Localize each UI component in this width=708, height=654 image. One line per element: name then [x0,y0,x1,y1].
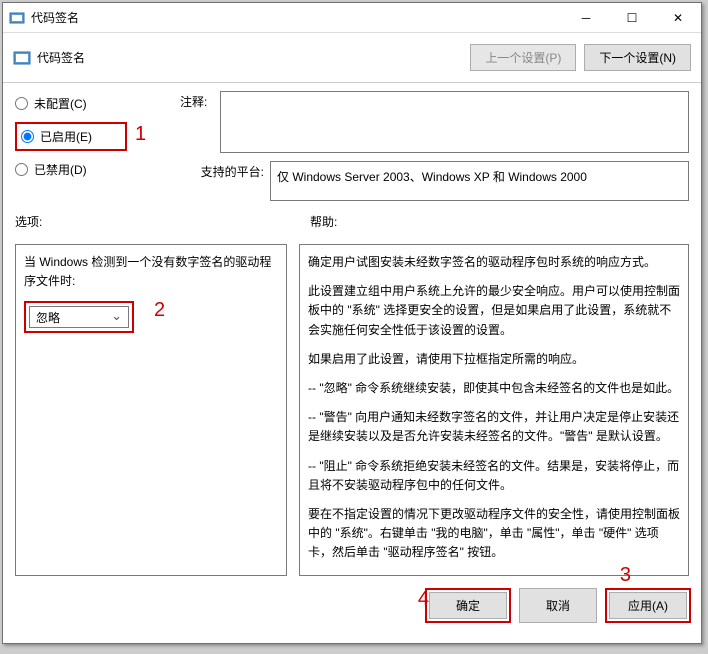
cancel-button[interactable]: 取消 [519,588,597,623]
toolbar-icon [13,49,31,67]
help-pane: 确定用户试图安装未经数字签名的驱动程序包时系统的响应方式。 此设置建立组中用户系… [299,244,689,576]
action-select[interactable]: 忽略 [29,306,129,328]
toolbar: 代码签名 上一个设置(P) 下一个设置(N) [3,33,701,83]
annotation-1: 1 [135,123,146,146]
options-label: 选项: [15,213,290,230]
ok-button[interactable]: 确定 [429,592,507,619]
platforms-box: 仅 Windows Server 2003、Windows XP 和 Windo… [270,161,689,201]
help-label: 帮助: [310,213,337,230]
footer: 3 4 确定 取消 应用(A) [3,580,701,643]
platforms-label: 支持的平台: [180,161,270,201]
titlebar: 代码签名 ─ ☐ ✕ [3,3,701,33]
prev-setting-button[interactable]: 上一个设置(P) [470,44,576,71]
next-setting-button[interactable]: 下一个设置(N) [584,44,691,71]
apply-button[interactable]: 应用(A) [609,592,687,619]
close-button[interactable]: ✕ [655,3,701,33]
minimize-button[interactable]: ─ [563,3,609,33]
annotation-3: 3 [620,564,631,587]
radio-enabled[interactable]: 已启用(E) [21,128,117,145]
comments-textarea[interactable] [220,91,689,153]
window-title: 代码签名 [31,9,79,26]
comments-label: 注释: [180,91,220,153]
maximize-button[interactable]: ☐ [609,3,655,33]
options-pane: 当 Windows 检测到一个没有数字签名的驱动程序文件时: 忽略 2 [15,244,287,576]
window: 代码签名 ─ ☐ ✕ 代码签名 上一个设置(P) 下一个设置(N) 未配置(C) [2,2,702,644]
annotation-4: 4 [418,588,429,611]
toolbar-title: 代码签名 [37,49,85,66]
annotation-2: 2 [154,299,165,322]
app-icon [9,10,25,26]
radio-disabled[interactable]: 已禁用(D) [15,161,172,178]
option-description: 当 Windows 检测到一个没有数字签名的驱动程序文件时: [24,253,278,291]
radio-unconfigured[interactable]: 未配置(C) [15,95,172,112]
